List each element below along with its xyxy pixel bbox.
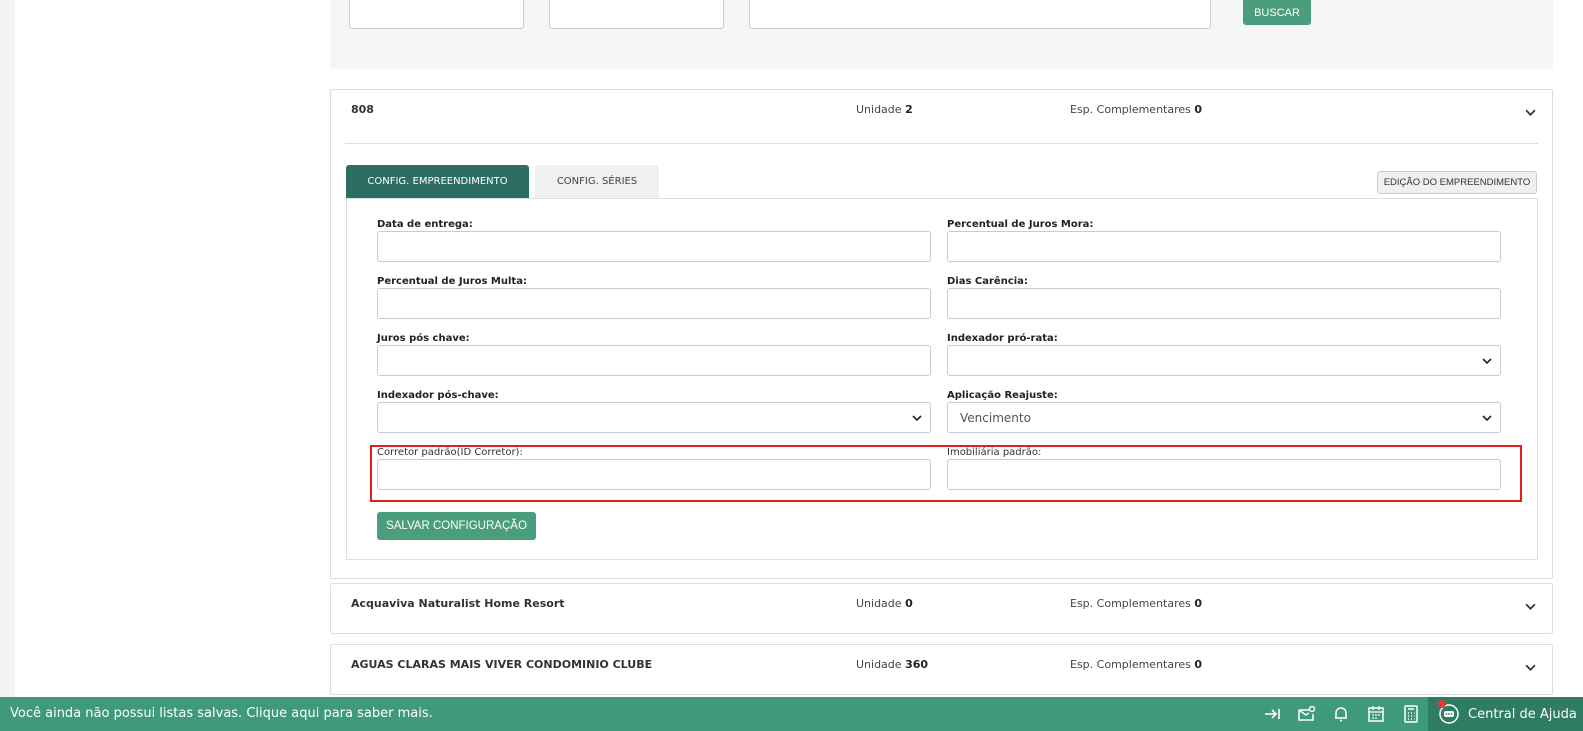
card-name: Acquaviva Naturalist Home Resort bbox=[351, 597, 565, 610]
collapse-right-icon[interactable] bbox=[1262, 704, 1282, 724]
aplicacao-reajuste-label: Aplicação Reajuste: bbox=[947, 390, 1058, 401]
card-header[interactable]: Acquaviva Naturalist Home Resort Unidade… bbox=[331, 584, 1552, 634]
bottom-bar: Você ainda não possui listas salvas. Cli… bbox=[0, 697, 1583, 731]
chevron-down-icon[interactable] bbox=[1525, 107, 1536, 118]
indexador-pro-rata-label: Indexador pró-rata: bbox=[947, 333, 1058, 344]
chevron-down-icon bbox=[1482, 358, 1492, 365]
aplicacao-reajuste-value: Vencimento bbox=[960, 410, 1031, 425]
filter-input-2[interactable] bbox=[549, 0, 724, 29]
mail-icon[interactable] bbox=[1296, 704, 1316, 724]
dias-carencia-field[interactable] bbox=[947, 288, 1501, 319]
corretor-padrao-field[interactable] bbox=[377, 459, 931, 490]
calendar-icon[interactable] bbox=[1366, 704, 1386, 724]
dias-carencia-label: Dias Carência: bbox=[947, 276, 1028, 287]
card-acquaviva: Acquaviva Naturalist Home Resort Unidade… bbox=[330, 583, 1553, 634]
data-entrega-field[interactable] bbox=[377, 231, 931, 262]
juros-mora-label: Percentual de Juros Mora: bbox=[947, 219, 1094, 230]
card-aguas-claras: AGUAS CLARAS MAIS VIVER CONDOMINIO CLUBE… bbox=[330, 644, 1553, 695]
juros-pos-chave-field[interactable] bbox=[377, 345, 931, 376]
card-esp-complementares: Esp. Complementares 0 bbox=[1070, 103, 1203, 116]
indexador-pos-chave-select[interactable] bbox=[377, 402, 931, 433]
data-entrega-label: Data de entrega: bbox=[377, 219, 473, 230]
juros-pos-chave-label: Juros pós chave: bbox=[377, 333, 470, 344]
card-header[interactable]: 808 Unidade 2 Esp. Complementares 0 bbox=[331, 90, 1552, 140]
aplicacao-reajuste-select[interactable]: Vencimento bbox=[947, 402, 1501, 433]
edicao-empreendimento-button[interactable]: EDIÇÃO DO EMPREENDIMENTO bbox=[1377, 171, 1537, 194]
left-sidebar-strip bbox=[0, 0, 15, 731]
card-header[interactable]: AGUAS CLARAS MAIS VIVER CONDOMINIO CLUBE… bbox=[331, 645, 1552, 695]
salvar-configuracao-button[interactable]: SALVAR CONFIGURAÇÃO bbox=[377, 512, 536, 540]
imobiliaria-padrao-label: Imobiliária padrão: bbox=[947, 447, 1042, 458]
chevron-down-icon[interactable] bbox=[1525, 601, 1536, 612]
card-name: AGUAS CLARAS MAIS VIVER CONDOMINIO CLUBE bbox=[351, 658, 653, 671]
corretor-padrao-label: Corretor padrão(ID Corretor): bbox=[377, 447, 523, 458]
card-esp-complementares: Esp. Complementares 0 bbox=[1070, 597, 1203, 610]
imobiliaria-padrao-field[interactable] bbox=[947, 459, 1501, 490]
central-de-ajuda-label: Central de Ajuda bbox=[1468, 706, 1577, 722]
tab-config-empreendimento[interactable]: CONFIG. EMPREENDIMENTO bbox=[346, 165, 529, 198]
chevron-down-icon[interactable] bbox=[1525, 662, 1536, 673]
filter-input-1[interactable] bbox=[349, 0, 524, 29]
chevron-down-icon bbox=[912, 415, 922, 422]
chevron-down-icon bbox=[1482, 415, 1492, 422]
card-name: 808 bbox=[351, 103, 374, 116]
divider bbox=[345, 143, 1538, 144]
filter-panel: BUSCAR bbox=[330, 0, 1553, 69]
card-esp-complementares: Esp. Complementares 0 bbox=[1070, 658, 1203, 671]
notification-dot bbox=[1438, 700, 1446, 708]
indexador-pro-rata-select[interactable] bbox=[947, 345, 1501, 376]
saved-lists-message[interactable]: Você ainda não possui listas salvas. Cli… bbox=[10, 706, 433, 721]
central-de-ajuda-button[interactable]: Central de Ajuda bbox=[1428, 697, 1583, 731]
calculator-icon[interactable] bbox=[1401, 704, 1421, 724]
juros-multa-field[interactable] bbox=[377, 288, 931, 319]
juros-multa-label: Percentual de Juros Multa: bbox=[377, 276, 527, 287]
filter-input-3[interactable] bbox=[749, 0, 1211, 29]
card-unit: Unidade 2 bbox=[856, 103, 913, 116]
tab-config-series[interactable]: CONFIG. SÉRIES bbox=[535, 165, 659, 198]
card-unit: Unidade 360 bbox=[856, 658, 929, 671]
card-empreendimento-808: 808 Unidade 2 Esp. Complementares 0 CONF… bbox=[330, 89, 1553, 579]
card-unit: Unidade 0 bbox=[856, 597, 913, 610]
config-form-panel: Data de entrega: Percentual de Juros Mor… bbox=[346, 198, 1538, 560]
buscar-button[interactable]: BUSCAR bbox=[1243, 0, 1311, 25]
bell-icon[interactable] bbox=[1331, 704, 1351, 724]
indexador-pos-chave-label: Indexador pós-chave: bbox=[377, 390, 499, 401]
juros-mora-field[interactable] bbox=[947, 231, 1501, 262]
